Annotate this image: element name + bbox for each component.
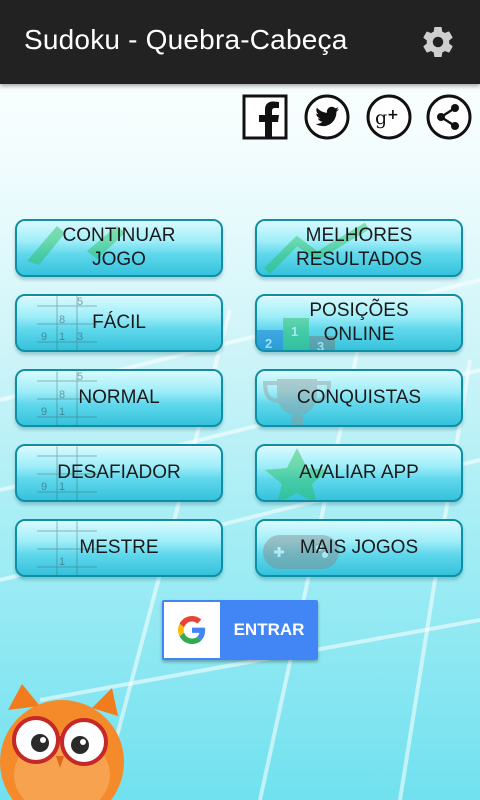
ghost-digit: 9 [41,406,47,418]
google-signin-button[interactable]: ENTRAR [162,600,318,660]
easy-button[interactable]: 5 8 9 1 3 FÁCIL [15,294,223,352]
svg-text:g: g [375,107,387,129]
continue-game-button[interactable]: CONTINUAR JOGO [15,219,223,277]
google-signin-label: ENTRAR [233,620,305,639]
challenging-label: DESAFIADOR [57,462,181,483]
ghost-digit: 5 [77,296,83,308]
ghost-digit: 1 [59,331,65,343]
share-button[interactable] [426,94,472,140]
achievements-button[interactable]: CONQUISTAS [255,369,463,427]
podium-digit: 1 [291,324,298,339]
best-results-button[interactable]: MELHORES RESULTADOS [255,219,463,277]
normal-button[interactable]: 5 8 9 1 NORMAL [15,369,223,427]
share-icon [426,94,472,140]
owl-mascot [0,684,124,800]
google-plus-button[interactable]: g + [366,94,412,140]
ghost-digit: 9 [41,481,47,493]
normal-label: NORMAL [78,387,160,408]
ghost-digit: 1 [59,406,65,418]
ghost-digit: 5 [77,371,83,383]
more-games-label: MAIS JOGOS [299,537,419,558]
rate-app-label: AVALIAR APP [299,462,419,483]
master-button[interactable]: 1 MESTRE [15,519,223,577]
challenging-button[interactable]: 9 1 DESAFIADOR [15,444,223,502]
svg-text:+: + [387,107,399,123]
facebook-button[interactable] [242,94,288,140]
ghost-digit: 8 [59,314,65,326]
podium-digit: 2 [265,336,272,351]
google-plus-icon: g + [366,94,412,140]
app-title: Sudoku - Quebra-Cabeça [24,24,348,55]
easy-label: FÁCIL [92,312,146,333]
more-games-button[interactable]: MAIS JOGOS [255,519,463,577]
continue-game-label: CONTINUAR JOGO [62,225,176,270]
twitter-icon [304,94,350,140]
online-positions-button[interactable]: 2 1 3 POSIÇÕES ONLINE [255,294,463,352]
ghost-digit: 3 [77,331,83,343]
app-bar: Sudoku - Quebra-Cabeça [0,0,480,84]
facebook-icon [242,94,288,140]
ghost-digit: 1 [59,556,65,568]
ghost-digit: 9 [41,331,47,343]
best-results-label: MELHORES RESULTADOS [296,225,422,270]
ghost-digit: 8 [59,389,65,401]
google-g-icon [164,602,220,658]
achievements-label: CONQUISTAS [296,387,422,408]
online-positions-label: POSIÇÕES ONLINE [309,300,409,345]
twitter-button[interactable] [304,94,350,140]
rate-app-button[interactable]: AVALIAR APP [255,444,463,502]
master-label: MESTRE [79,537,159,558]
gear-icon[interactable] [420,24,456,60]
